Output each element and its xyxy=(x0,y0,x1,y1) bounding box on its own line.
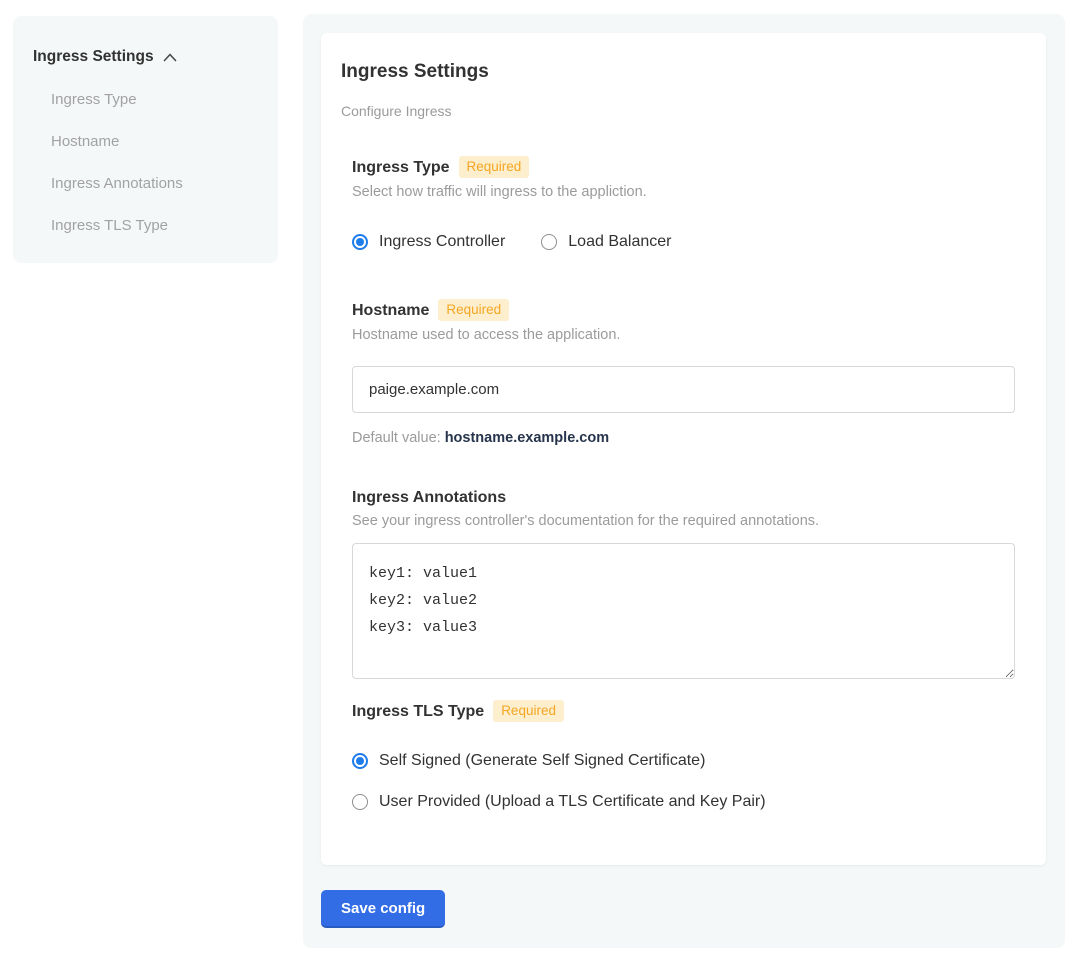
chevron-up-icon xyxy=(163,53,177,62)
radio-load-balancer-icon[interactable] xyxy=(541,234,557,250)
config-card: Ingress Settings Configure Ingress Ingre… xyxy=(321,33,1046,865)
required-badge: Required xyxy=(438,299,509,321)
field-ingress-annotations: Ingress Annotations See your ingress con… xyxy=(352,488,1015,679)
field-hostname: Hostname Required Hostname used to acces… xyxy=(352,299,1015,446)
required-badge: Required xyxy=(459,156,530,178)
radio-label: Self Signed (Generate Self Signed Certif… xyxy=(379,752,705,770)
sidebar-group-ingress-settings[interactable]: Ingress Settings xyxy=(33,48,258,66)
save-config-button[interactable]: Save config xyxy=(321,890,445,928)
page-subtitle: Configure Ingress xyxy=(341,103,1015,120)
sidebar-item-ingress-annotations[interactable]: Ingress Annotations xyxy=(33,175,258,192)
default-value-label: Default value: xyxy=(352,430,445,446)
radio-label: Load Balancer xyxy=(568,233,671,251)
sidebar-item-ingress-tls-type[interactable]: Ingress TLS Type xyxy=(33,217,258,234)
config-main-panel: Ingress Settings Configure Ingress Ingre… xyxy=(303,14,1065,948)
field-label-ingress-type: Ingress Type xyxy=(352,158,450,177)
radio-option-load-balancer[interactable]: Load Balancer xyxy=(541,233,671,251)
radio-ingress-controller-icon[interactable] xyxy=(352,234,368,250)
field-help-hostname: Hostname used to access the application. xyxy=(352,327,1015,344)
radio-label: Ingress Controller xyxy=(379,233,505,251)
page-title: Ingress Settings xyxy=(341,60,1015,83)
field-help-ingress-type: Select how traffic will ingress to the a… xyxy=(352,184,1015,201)
radio-user-provided-icon[interactable] xyxy=(352,794,368,810)
hostname-input[interactable] xyxy=(352,366,1015,413)
radio-label: User Provided (Upload a TLS Certificate … xyxy=(379,793,766,811)
hostname-default-row: Default value: hostname.example.com xyxy=(352,430,1015,446)
field-label-ingress-tls-type: Ingress TLS Type xyxy=(352,702,484,721)
field-ingress-tls-type: Ingress TLS Type Required Self Signed (G… xyxy=(352,700,1015,811)
sidebar-item-hostname[interactable]: Hostname xyxy=(33,133,258,150)
radio-option-self-signed[interactable]: Self Signed (Generate Self Signed Certif… xyxy=(352,752,1015,770)
default-value-text: hostname.example.com xyxy=(445,430,609,446)
page: Ingress Settings Ingress Type Hostname I… xyxy=(0,0,1090,969)
radio-self-signed-icon[interactable] xyxy=(352,753,368,769)
field-help-ingress-annotations: See your ingress controller's documentat… xyxy=(352,513,1015,530)
field-ingress-type: Ingress Type Required Select how traffic… xyxy=(352,156,1015,251)
required-badge: Required xyxy=(493,700,564,722)
sidebar-group-label: Ingress Settings xyxy=(33,48,154,66)
radio-option-user-provided[interactable]: User Provided (Upload a TLS Certificate … xyxy=(352,793,1015,811)
ingress-annotations-textarea[interactable]: key1: value1 key2: value2 key3: value3 xyxy=(352,543,1015,679)
config-sidebar: Ingress Settings Ingress Type Hostname I… xyxy=(13,16,278,263)
sidebar-item-ingress-type[interactable]: Ingress Type xyxy=(33,91,258,108)
radio-option-ingress-controller[interactable]: Ingress Controller xyxy=(352,233,505,251)
field-label-ingress-annotations: Ingress Annotations xyxy=(352,488,506,507)
field-label-hostname: Hostname xyxy=(352,301,429,320)
